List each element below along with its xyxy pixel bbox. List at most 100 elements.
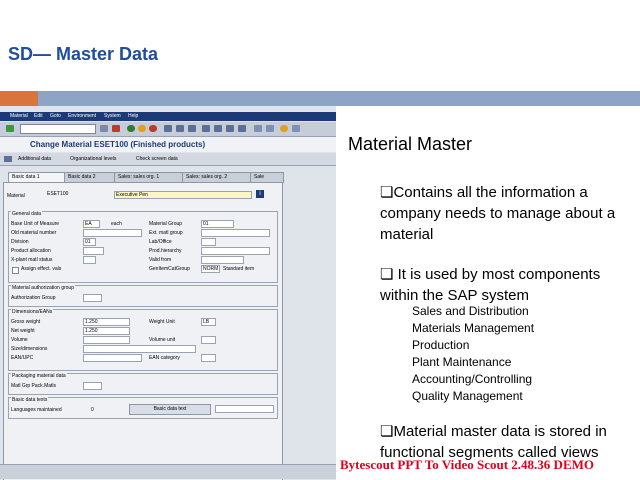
- old-material-input[interactable]: [83, 229, 142, 237]
- general-data-title: General data: [11, 211, 42, 217]
- menu-environment[interactable]: Environment: [68, 113, 96, 119]
- packaging-label: Matl Grp Pack.Matls: [11, 383, 57, 389]
- assign-effect-checkbox[interactable]: [12, 267, 19, 274]
- ean-label: EAN/UPC: [11, 355, 34, 361]
- gen-item-cat-input[interactable]: NORM: [201, 265, 220, 273]
- info-icon[interactable]: i: [256, 190, 264, 198]
- org-levels-button[interactable]: Organizational levels: [70, 156, 116, 162]
- header-band: [38, 91, 640, 106]
- help-icon[interactable]: [280, 125, 288, 132]
- bullet-contains-info: ❏Contains all the information a company …: [380, 184, 616, 243]
- menu-system[interactable]: System: [104, 113, 121, 119]
- auth-group-input[interactable]: [83, 294, 102, 302]
- sap-standard-toolbar: [0, 122, 336, 137]
- lab-office-label: Lab/Office: [149, 239, 172, 245]
- basic-texts-title: Basic data texts: [11, 397, 49, 403]
- lab-office-input[interactable]: [201, 238, 216, 246]
- horizontal-scrollbar[interactable]: [0, 464, 336, 479]
- product-alloc-input[interactable]: [83, 247, 104, 255]
- packaging-input[interactable]: [83, 382, 102, 390]
- enter-icon[interactable]: [6, 125, 14, 132]
- tab-basic-data-1[interactable]: Basic data 1: [8, 172, 66, 182]
- menu-help[interactable]: Help: [128, 113, 138, 119]
- find-next-icon[interactable]: [188, 125, 196, 132]
- check-screen-data-button[interactable]: Check screen data: [136, 156, 178, 162]
- sub-item-sales: Sales and Distribution: [412, 304, 529, 318]
- material-number: ESET100: [46, 191, 103, 197]
- valid-from-input[interactable]: [201, 256, 244, 264]
- dimensions-group: Dimensions/EANs Gross weight 1.250 Net w…: [8, 309, 278, 371]
- material-description-input[interactable]: Executive Pen: [114, 191, 252, 199]
- basic-data-text-button[interactable]: Basic data text: [129, 404, 211, 415]
- packaging-title: Packaging material data: [11, 373, 67, 379]
- print-icon[interactable]: [164, 125, 172, 132]
- bullet-used-by-components: ❏ It is used by most components within t…: [380, 266, 601, 304]
- gen-item-cat-label: GenItemCatGroup: [149, 266, 190, 272]
- save-icon[interactable]: [112, 125, 120, 132]
- gross-weight-label: Gross weight: [11, 319, 41, 325]
- ean-category-input[interactable]: [201, 354, 216, 362]
- ean-category-label: EAN category: [149, 355, 180, 361]
- ext-matl-group-label: Ext. matl group: [149, 230, 183, 236]
- auth-group-box: Material authorization group Authorizati…: [8, 285, 278, 307]
- size-input[interactable]: [83, 345, 196, 353]
- material-label: Material: [7, 193, 25, 199]
- new-session-icon[interactable]: [254, 125, 262, 132]
- base-uom-label: Base Unit of Measure: [11, 221, 60, 227]
- weight-unit-input[interactable]: LB: [201, 318, 216, 326]
- exit-icon[interactable]: [138, 125, 146, 132]
- base-uom-text: each: [111, 221, 122, 227]
- sub-item-quality: Quality Management: [412, 389, 523, 403]
- gen-item-cat-text: Standard item: [223, 266, 255, 272]
- content-heading: Material Master: [348, 134, 473, 154]
- material-group-label: Material Group: [149, 221, 183, 227]
- net-weight-label: Net weight: [11, 328, 35, 334]
- volume-label: Volume: [11, 337, 28, 343]
- find-icon[interactable]: [176, 125, 184, 132]
- dropdown-icon[interactable]: [100, 125, 108, 132]
- display-change-icon[interactable]: [4, 156, 12, 162]
- auth-group-title: Material authorization group: [11, 285, 75, 291]
- xplant-status-input[interactable]: [83, 256, 96, 264]
- volume-unit-label: Volume unit: [149, 337, 176, 343]
- menu-goto[interactable]: Goto: [50, 113, 61, 119]
- division-label: Division: [11, 239, 29, 245]
- layout-icon[interactable]: [292, 125, 300, 132]
- cancel-icon[interactable]: [149, 125, 157, 132]
- back-icon[interactable]: [127, 125, 135, 132]
- shortcut-icon[interactable]: [266, 125, 274, 132]
- next-page-icon[interactable]: [226, 125, 234, 132]
- assign-effect-label: Assign effect. vals: [21, 266, 62, 272]
- old-material-label: Old material number: [11, 230, 57, 236]
- prod-hierarchy-input[interactable]: [201, 247, 270, 255]
- first-page-icon[interactable]: [202, 125, 210, 132]
- sap-screenshot: Material Edit Goto Environment System He…: [0, 106, 336, 480]
- slide-title: SD— Master Data: [8, 44, 159, 64]
- sub-item-accounting: Accounting/Controlling: [412, 372, 533, 386]
- division-input[interactable]: 01: [83, 238, 96, 246]
- prev-page-icon[interactable]: [214, 125, 222, 132]
- tab-strip: Basic data 1 Basic data 2 Sales: sales o…: [6, 172, 336, 183]
- menu-edit[interactable]: Edit: [34, 113, 43, 119]
- sap-menubar: Material Edit Goto Environment System He…: [0, 112, 336, 121]
- ext-matl-group-input[interactable]: [201, 229, 270, 237]
- prod-hierarchy-label: Prod.hierarchy: [149, 248, 182, 254]
- gross-weight-input[interactable]: 1.250: [83, 318, 130, 326]
- languages-label: Languages maintained: [11, 407, 62, 413]
- additional-data-button[interactable]: Additional data: [18, 156, 51, 162]
- basic-texts-group: Basic data texts Languages maintained 0 …: [8, 397, 278, 419]
- sub-item-materials: Materials Management: [412, 321, 535, 335]
- ean-input[interactable]: [83, 354, 142, 362]
- menu-material[interactable]: Material: [10, 113, 28, 119]
- sub-item-plant: Plant Maintenance: [412, 355, 512, 369]
- command-field[interactable]: [20, 124, 96, 134]
- volume-unit-input[interactable]: [201, 336, 216, 344]
- screen-title: Change Material ESET100 (Finished produc…: [30, 140, 206, 149]
- basic-data-text-field[interactable]: [215, 405, 274, 413]
- net-weight-input[interactable]: 1.250: [83, 327, 130, 335]
- general-data-group: General data Base Unit of Measure EA eac…: [8, 211, 278, 283]
- material-group-input[interactable]: 01: [201, 220, 234, 228]
- base-uom-input[interactable]: EA: [83, 220, 100, 228]
- last-page-icon[interactable]: [238, 125, 246, 132]
- volume-input[interactable]: [83, 336, 130, 344]
